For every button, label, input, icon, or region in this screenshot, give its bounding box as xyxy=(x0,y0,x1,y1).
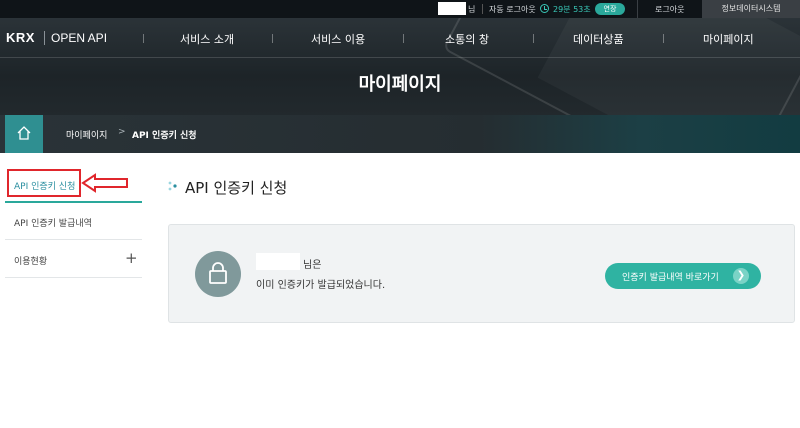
plus-icon[interactable]: + xyxy=(125,249,138,267)
sidebar-item-label: API 인증키 발급내역 xyxy=(14,219,92,229)
user-name-redacted xyxy=(438,2,466,15)
user-suffix: 님은 xyxy=(303,260,322,271)
nav-item-service-intro[interactable]: 서비스 소개 xyxy=(180,31,234,47)
nav-item-data-products[interactable]: 데이터상품 xyxy=(573,31,624,47)
user-name-redacted xyxy=(256,253,300,270)
nav-divider xyxy=(533,34,534,43)
top-utility-bar: 님 자동 로그아웃 29분 53초 연장 로그아웃 정보데이터시스템 xyxy=(0,0,800,18)
lock-badge xyxy=(195,251,241,297)
status-message: 이미 인증키가 발급되었습니다. xyxy=(256,280,386,291)
user-name-suffix: 님 xyxy=(468,5,476,14)
chevron-right-icon: ❯ xyxy=(733,268,749,284)
chevron-right-icon: > xyxy=(118,127,126,137)
title-bullet-icon xyxy=(168,181,177,191)
divider xyxy=(637,0,638,18)
divider xyxy=(482,4,483,14)
auto-logout-label: 자동 로그아웃 xyxy=(489,5,536,14)
lock-icon xyxy=(209,262,227,284)
nav-item-service-use[interactable]: 서비스 이용 xyxy=(311,31,365,47)
gnb-divider xyxy=(0,18,800,58)
sidebar-item-label: API 인증키 신청 xyxy=(14,182,76,192)
button-label: 인증키 발급내역 바로가기 xyxy=(622,273,719,283)
annotation-arrow-icon xyxy=(81,173,128,193)
go-to-key-history-button[interactable]: 인증키 발급내역 바로가기 ❯ xyxy=(605,263,761,289)
krx-logo[interactable]: KRX xyxy=(6,30,35,45)
nav-item-mypage[interactable]: 마이페이지 xyxy=(703,31,754,47)
nav-divider xyxy=(403,34,404,43)
nav-divider xyxy=(663,34,664,43)
logout-link[interactable]: 로그아웃 xyxy=(655,4,684,15)
header: KRX OPEN API 서비스 소개 서비스 이용 소통의 창 데이터상품 마… xyxy=(0,18,800,115)
breadcrumb-item-current: API 인증키 신청 xyxy=(132,131,197,141)
clock-icon xyxy=(540,4,549,13)
sidebar-item-api-key-history[interactable]: API 인증키 발급내역 xyxy=(5,202,142,240)
page-title: 마이페이지 xyxy=(358,74,442,95)
nav-divider xyxy=(272,34,273,43)
extend-session-button[interactable]: 연장 xyxy=(595,3,625,15)
key-status-panel: 님은 이미 인증키가 발급되었습니다. 인증키 발급내역 바로가기 ❯ xyxy=(168,224,795,323)
nav-divider xyxy=(143,34,144,43)
home-button[interactable] xyxy=(5,115,43,153)
main-title: API 인증키 신청 xyxy=(185,179,288,197)
sidebar-item-label: 이용현황 xyxy=(14,257,48,267)
session-timer: 29분 53초 xyxy=(553,5,591,14)
sidebar-item-usage[interactable]: 이용현황 + xyxy=(5,240,142,278)
service-name[interactable]: OPEN API xyxy=(51,31,107,45)
home-icon xyxy=(17,126,31,140)
breadcrumb-item-mypage[interactable]: 마이페이지 xyxy=(66,128,107,141)
data-system-link[interactable]: 정보데이터시스템 xyxy=(702,0,800,18)
breadcrumb: 마이페이지 > API 인증키 신청 xyxy=(0,115,800,153)
logo-divider xyxy=(44,31,45,45)
nav-item-community[interactable]: 소통의 창 xyxy=(445,31,489,47)
